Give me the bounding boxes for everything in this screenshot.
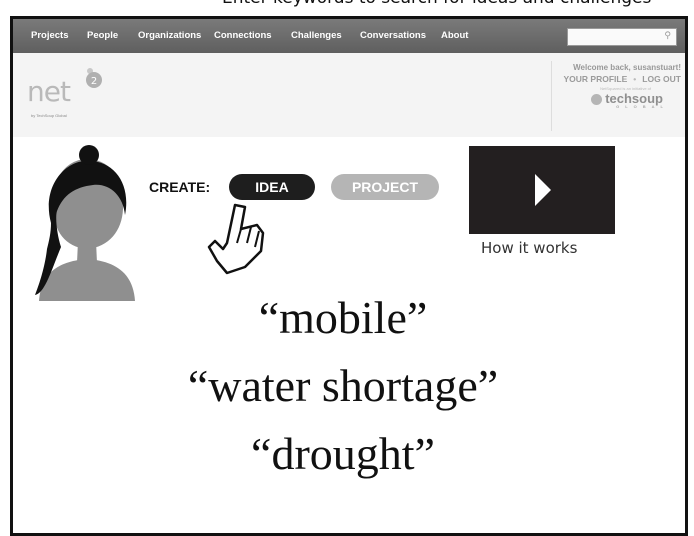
how-it-works-caption: How it works [481,239,578,257]
account-links: YOUR PROFILE • LOG OUT [564,74,681,84]
your-profile-link[interactable]: YOUR PROFILE [564,74,628,84]
logo-badge-icon: 2 [86,68,102,88]
nav-conversations[interactable]: Conversations [360,30,426,41]
keyword-mobile: “mobile” [258,292,428,343]
play-icon[interactable] [535,174,551,206]
header-divider [551,61,552,131]
techsoup-logo[interactable]: techsoup GLOBAL [564,91,663,109]
link-separator: • [633,74,637,84]
nav-connections[interactable]: Connections [214,30,272,41]
nav-about[interactable]: About [441,30,468,41]
create-idea-button[interactable]: IDEA [229,174,315,200]
welcome-message: Welcome back, susanstuart! [573,63,681,72]
pointing-hand-cursor-icon [207,203,265,275]
nav-organizations[interactable]: Organizations [138,30,201,41]
create-label: CREATE: [149,179,211,195]
top-caption: Enter keywords to search for ideas and c… [222,0,651,8]
log-out-link[interactable]: LOG OUT [642,74,681,84]
top-caption-strip: Enter keywords to search for ideas and c… [0,0,694,16]
logo-tagline: by TechSoup Global [31,113,67,118]
netsquared-logo[interactable]: net 2 by TechSoup Global [27,68,102,118]
logo-text: net [27,75,71,108]
top-navigation-bar: Projects People Organizations Connection… [13,19,685,53]
logo-badge-text: 2 [91,76,97,87]
nav-challenges[interactable]: Challenges [291,30,342,41]
how-it-works-video[interactable] [469,146,615,234]
browser-frame: Projects People Organizations Connection… [10,16,688,536]
nav-projects[interactable]: Projects [31,30,69,41]
nav-people[interactable]: People [87,30,118,41]
search-icon[interactable]: ⚲ [664,31,671,41]
create-project-button[interactable]: PROJECT [331,174,439,200]
account-panel: Welcome back, susanstuart! YOUR PROFILE •… [564,63,681,109]
user-avatar [35,145,135,301]
search-input[interactable]: ⚲ [567,28,677,46]
keyword-drought: “drought” [251,428,435,479]
keyword-water-shortage: “water shortage” [187,360,499,411]
techsoup-icon [591,94,603,106]
techsoup-global: GLOBAL [616,104,669,109]
